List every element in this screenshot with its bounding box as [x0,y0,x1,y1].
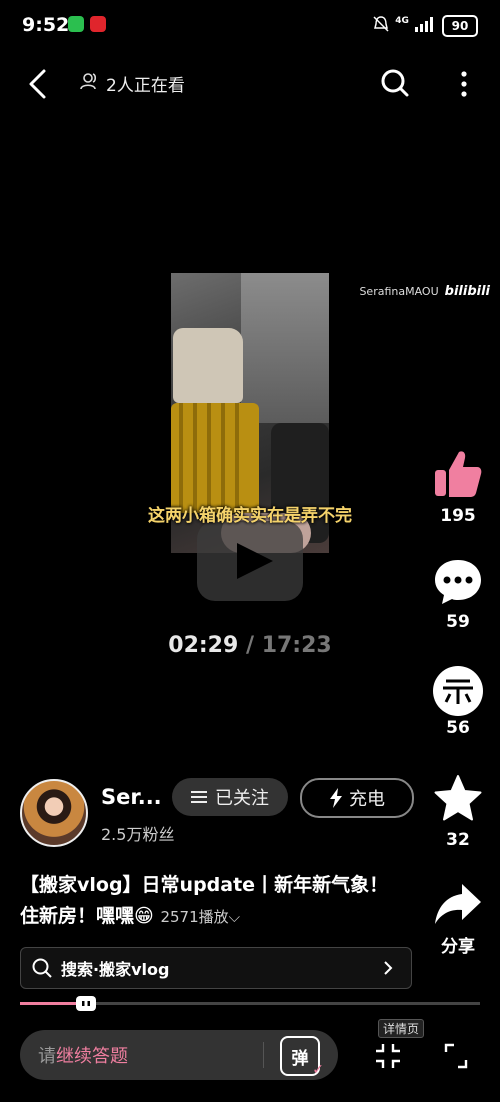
bolt-icon [330,788,342,808]
wechat-icon [68,16,84,32]
like-count: 195 [440,506,476,526]
playback-time: 02:29 / 17:23 [0,633,500,658]
video-watermark: SerafinaMAOU bilibili [359,284,490,299]
play-count: 2571播放 [160,908,229,926]
uploader-name[interactable]: Ser... [101,785,162,809]
watermark-user: SerafinaMAOU [359,285,439,298]
duration: 17:23 [261,633,332,658]
search-icon[interactable] [379,67,411,103]
notification-app-icon [90,16,106,32]
progress-knob[interactable] [76,996,96,1011]
comment-icon [435,560,481,604]
coin-icon [433,666,483,716]
follow-label: 已关注 [215,788,269,809]
play-icon[interactable] [197,521,303,601]
signal-icon: 4G [395,16,436,36]
coin-count: 56 [446,718,470,738]
like-button[interactable]: 195 [431,448,485,526]
more-icon[interactable] [456,70,472,102]
expand-chevron-icon[interactable]: ⌵ [229,908,240,926]
viewer-count-label: 2人正在看 [106,76,185,96]
avatar[interactable] [20,779,88,847]
comment-count: 59 [446,612,470,632]
viewer-count: 2人正在看 [80,71,185,96]
follow-button[interactable]: 已关注 [172,778,288,816]
danmaku-input[interactable]: 请继续答题 弹 ✓ [20,1030,338,1080]
mute-icon [372,15,390,37]
coin-button[interactable]: 56 [431,666,485,738]
charge-label: 充电 [349,789,385,810]
share-button[interactable]: 分享 [431,882,485,957]
favorite-button[interactable]: 32 [431,774,485,850]
menu-icon [191,791,207,803]
bilibili-logo: bilibili [444,284,490,299]
fans-count: 2.5万粉丝 [101,825,175,844]
danmaku-divider [263,1042,264,1068]
charge-button[interactable]: 充电 [300,778,414,818]
time-separator: / [245,633,255,658]
fullscreen-icon[interactable] [443,1042,469,1074]
danmaku-toggle-button[interactable]: 弹 ✓ [280,1036,324,1078]
favorite-count: 32 [446,830,470,850]
like-icon [435,451,482,497]
battery-indicator: 90 [442,15,478,37]
related-search-bar[interactable]: 搜索·搬家vlog [20,947,412,989]
current-time: 02:29 [168,633,239,658]
share-icon [435,884,481,924]
shrink-icon[interactable] [375,1042,401,1074]
video-title-block[interactable]: 【搬家vlog】日常update丨新年新气象！住新房！嘿嘿😁 2571播放⌵ [20,870,400,933]
search-small-icon [31,957,53,979]
share-label: 分享 [441,937,475,957]
details-label[interactable]: 详情页 [378,1019,425,1038]
favorite-icon [434,775,482,821]
viewers-icon [80,72,100,95]
status-time: 9:52 [22,14,70,36]
video-subtitle: 这两小箱确实实在是弄不完 [148,506,352,526]
comment-button[interactable]: 59 [431,558,485,632]
danmaku-check-icon: ✓ [312,1062,324,1078]
chevron-right-icon [383,960,393,976]
back-icon[interactable] [24,68,50,104]
danmaku-placeholder: 请继续答题 [38,1046,128,1067]
related-search-label: 搜索·搬家vlog [61,960,170,979]
